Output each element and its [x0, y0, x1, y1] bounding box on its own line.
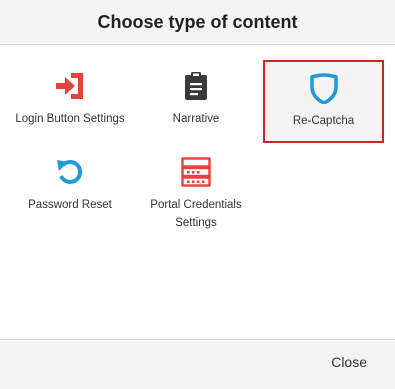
content-type-dialog: Choose type of content Login Button Sett… [0, 0, 395, 389]
close-button[interactable]: Close [331, 354, 367, 370]
dialog-header: Choose type of content [0, 0, 395, 45]
shield-icon [309, 73, 338, 104]
content-option-login-button-settings[interactable]: Login Button Settings [10, 70, 130, 128]
content-option-label: Re-Captcha [292, 115, 355, 127]
content-option-label: Portal Credentials Settings [150, 199, 242, 229]
login-icon [56, 73, 83, 99]
dialog-title: Choose type of content [97, 11, 298, 32]
server-icon [181, 157, 211, 187]
undo-icon [57, 159, 83, 184]
content-option-password-reset[interactable]: Password Reset [10, 156, 130, 214]
clipboard-icon [185, 72, 207, 100]
content-option-narrative[interactable]: Narrative [136, 70, 256, 128]
content-option-re-captcha[interactable]: Re-Captcha [263, 60, 384, 143]
content-option-label: Password Reset [28, 199, 112, 211]
content-option-portal-credentials-settings[interactable]: Portal Credentials Settings [136, 156, 256, 232]
content-option-label: Login Button Settings [15, 113, 125, 125]
content-option-label: Narrative [172, 113, 220, 125]
dialog-footer: Close [0, 339, 395, 389]
